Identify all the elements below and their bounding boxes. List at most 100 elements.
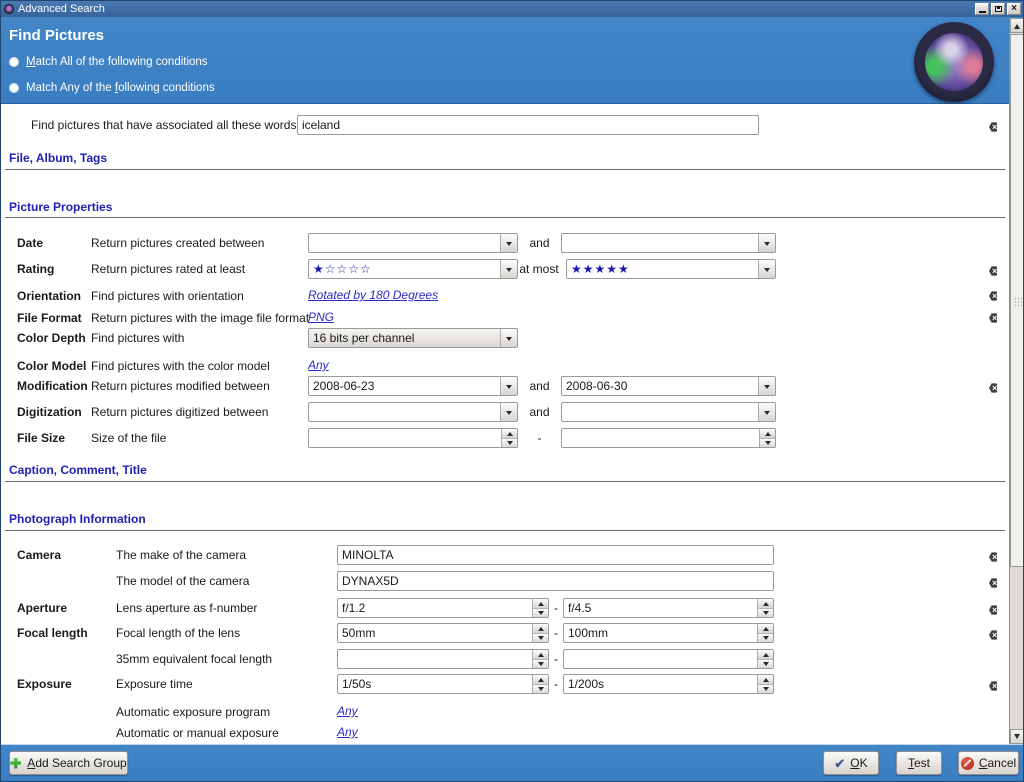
chevron-down-icon[interactable]	[758, 403, 775, 421]
chevron-down-icon[interactable]	[758, 377, 775, 395]
section-photograph-information[interactable]: Photograph Information	[9, 512, 146, 526]
cancel-icon	[961, 757, 974, 770]
date-from-combobox[interactable]	[308, 233, 518, 253]
clear-exposure-icon[interactable]: ×	[989, 678, 1004, 691]
match-any-label: Match Any of the following conditions	[26, 82, 215, 94]
clear-file-format-icon[interactable]: ×	[989, 310, 1004, 323]
chevron-down-icon[interactable]	[758, 260, 775, 278]
section-caption-comment-title[interactable]: Caption, Comment, Title	[9, 463, 147, 477]
file-format-link[interactable]: PNG	[308, 310, 334, 324]
file-size-min-spinbox[interactable]	[308, 428, 518, 448]
minimize-button[interactable]	[975, 3, 989, 15]
focal-35mm-max-spinbox[interactable]	[563, 649, 774, 669]
color-model-label: Color Model	[17, 359, 86, 373]
exposure-mode-link[interactable]: Any	[337, 725, 358, 739]
rating-label: Rating	[17, 262, 54, 276]
row-digitization: Digitization Return pictures digitized b…	[1, 402, 1008, 422]
exposure-min-spinbox[interactable]: 1/50s	[337, 674, 549, 694]
add-search-group-button[interactable]: Add Search Group	[9, 751, 128, 775]
dialog-footer: Add Search Group ✔ OK Test Cancel	[1, 744, 1023, 781]
focal-35mm-desc: 35mm equivalent focal length	[116, 652, 272, 666]
camera-make-input[interactable]	[337, 545, 774, 565]
section-divider	[5, 481, 1005, 482]
rating-min-combobox[interactable]: ★☆☆☆☆	[308, 259, 518, 279]
file-size-max-spinbox[interactable]	[561, 428, 776, 448]
spin-arrows-icon[interactable]	[532, 675, 548, 693]
restore-button[interactable]	[991, 3, 1005, 15]
aperture-min-spinbox[interactable]: f/1.2	[337, 598, 549, 618]
date-desc: Return pictures created between	[91, 236, 264, 250]
row-color-model: Color Model Find pictures with the color…	[1, 356, 1008, 372]
clear-camera-make-icon[interactable]: ×	[989, 549, 1004, 562]
words-input[interactable]	[297, 115, 759, 135]
orientation-link[interactable]: Rotated by 180 Degrees	[308, 288, 438, 302]
clear-aperture-icon[interactable]: ×	[989, 602, 1004, 615]
digitization-desc: Return pictures digitized between	[91, 405, 268, 419]
match-all-radio[interactable]: Match All of the following conditions	[9, 56, 208, 68]
chevron-down-icon[interactable]	[500, 403, 517, 421]
row-file-format: File Format Return pictures with the ima…	[1, 308, 1008, 324]
rating-max-combobox[interactable]: ★★★★★	[566, 259, 776, 279]
modification-to-combobox[interactable]: 2008-06-30	[561, 376, 776, 396]
spin-arrows-icon[interactable]	[501, 429, 517, 447]
scroll-down-icon[interactable]	[1010, 729, 1024, 744]
camera-make-desc: The make of the camera	[116, 548, 246, 562]
match-all-label: Match All of the following conditions	[26, 56, 208, 68]
color-depth-combobox[interactable]: 16 bits per channel	[308, 328, 518, 348]
match-any-radio[interactable]: Match Any of the following conditions	[9, 82, 215, 94]
focal-max-spinbox[interactable]: 100mm	[563, 623, 774, 643]
exposure-max-spinbox[interactable]: 1/200s	[563, 674, 774, 694]
digitization-from-combobox[interactable]	[308, 402, 518, 422]
camera-model-input[interactable]	[337, 571, 774, 591]
title-bar[interactable]: Advanced Search ×	[1, 1, 1023, 17]
section-file-album-tags[interactable]: File, Album, Tags	[9, 151, 107, 165]
spin-arrows-icon[interactable]	[759, 429, 775, 447]
row-file-size: File Size Size of the file -	[1, 428, 1008, 448]
clear-modification-icon[interactable]: ×	[989, 380, 1004, 393]
close-button[interactable]: ×	[1007, 3, 1021, 15]
scrollbar-thumb[interactable]	[1010, 34, 1024, 567]
spin-arrows-icon[interactable]	[532, 624, 548, 642]
section-picture-properties[interactable]: Picture Properties	[9, 200, 112, 214]
digikam-lens-logo	[914, 22, 994, 102]
dialog-header: Find Pictures Match All of the following…	[1, 17, 1023, 104]
vertical-scrollbar[interactable]	[1009, 18, 1024, 744]
clear-words-icon[interactable]: ×	[989, 119, 1004, 132]
row-camera-make: Camera The make of the camera ×	[1, 545, 1008, 565]
chevron-down-icon[interactable]	[758, 234, 775, 252]
camera-label: Camera	[17, 548, 61, 562]
test-button[interactable]: Test	[896, 751, 942, 775]
date-to-combobox[interactable]	[561, 233, 776, 253]
clear-camera-model-icon[interactable]: ×	[989, 575, 1004, 588]
spin-arrows-icon[interactable]	[757, 624, 773, 642]
ok-button[interactable]: ✔ OK	[823, 751, 879, 775]
radio-icon	[9, 57, 19, 67]
row-exposure-mode: Automatic or manual exposure Any	[1, 723, 1008, 739]
clear-rating-icon[interactable]: ×	[989, 263, 1004, 276]
focal-35mm-min-spinbox[interactable]	[337, 649, 549, 669]
spin-arrows-icon[interactable]	[532, 599, 548, 617]
chevron-down-icon[interactable]	[500, 377, 517, 395]
cancel-button[interactable]: Cancel	[958, 751, 1019, 775]
spin-arrows-icon[interactable]	[757, 650, 773, 668]
row-modification: Modification Return pictures modified be…	[1, 376, 1008, 396]
camera-model-desc: The model of the camera	[116, 574, 249, 588]
spin-arrows-icon[interactable]	[532, 650, 548, 668]
color-depth-label: Color Depth	[17, 331, 86, 345]
scroll-up-icon[interactable]	[1010, 18, 1024, 33]
color-model-desc: Find pictures with the color model	[91, 359, 270, 373]
chevron-down-icon[interactable]	[500, 234, 517, 252]
aperture-max-spinbox[interactable]: f/4.5	[563, 598, 774, 618]
exposure-program-link[interactable]: Any	[337, 704, 358, 718]
spin-arrows-icon[interactable]	[757, 675, 773, 693]
clear-orientation-icon[interactable]: ×	[989, 288, 1004, 301]
modification-from-combobox[interactable]: 2008-06-23	[308, 376, 518, 396]
spin-arrows-icon[interactable]	[757, 599, 773, 617]
digitization-to-combobox[interactable]	[561, 402, 776, 422]
color-model-link[interactable]: Any	[308, 358, 329, 372]
focal-min-spinbox[interactable]: 50mm	[337, 623, 549, 643]
chevron-down-icon[interactable]	[500, 329, 517, 347]
clear-focal-icon[interactable]: ×	[989, 627, 1004, 640]
restore-icon	[995, 6, 1002, 12]
file-size-desc: Size of the file	[91, 431, 166, 445]
